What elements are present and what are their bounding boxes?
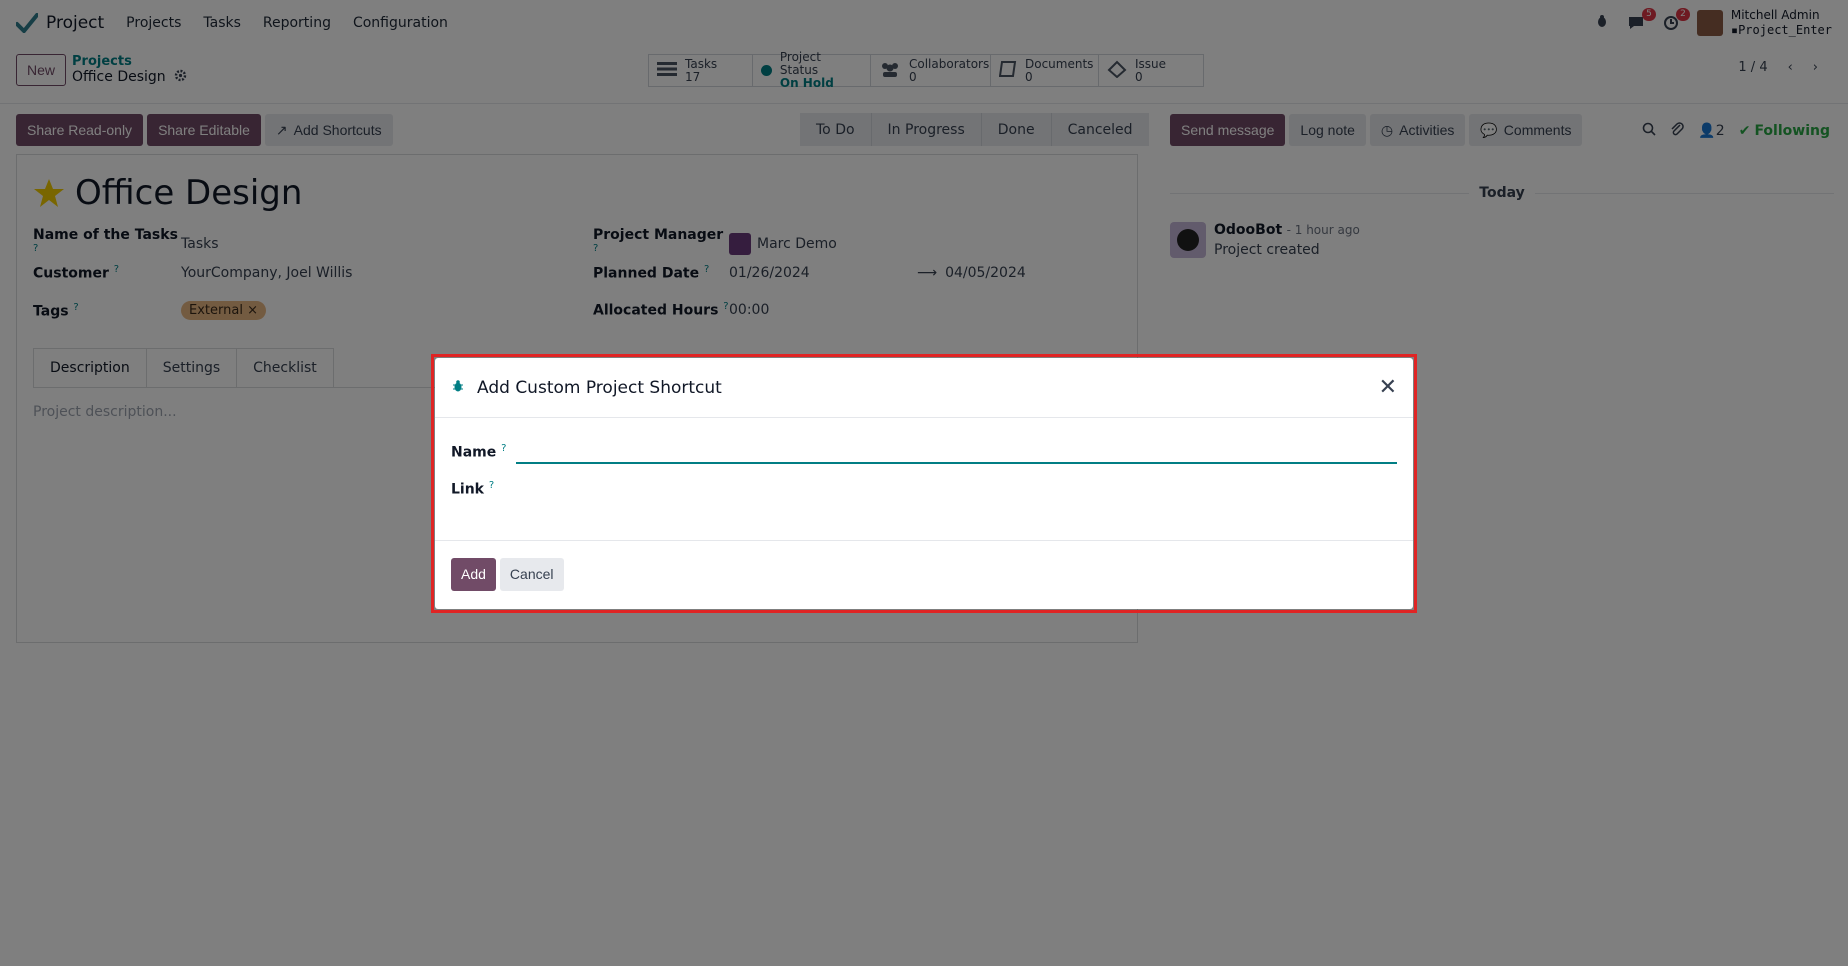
dialog-title: Add Custom Project Shortcut bbox=[477, 377, 722, 398]
dialog-header: Add Custom Project Shortcut ✕ bbox=[435, 358, 1413, 418]
add-shortcut-dialog: Add Custom Project Shortcut ✕ Name ? Lin… bbox=[435, 358, 1413, 609]
dialog-link-row: Link ? bbox=[451, 480, 494, 498]
dialog-footer: Add Cancel bbox=[435, 541, 1413, 607]
shortcut-name-input[interactable] bbox=[516, 438, 1397, 464]
dialog-name-row: Name ? bbox=[451, 443, 506, 461]
name-label: Name ? bbox=[451, 443, 507, 461]
dialog-body: Name ? Link ? bbox=[435, 418, 1413, 541]
bug-icon bbox=[451, 379, 465, 397]
add-button[interactable]: Add bbox=[451, 557, 496, 591]
cancel-button[interactable]: Cancel bbox=[499, 557, 564, 591]
link-label: Link ? bbox=[451, 480, 495, 498]
close-icon[interactable]: ✕ bbox=[1379, 375, 1397, 400]
